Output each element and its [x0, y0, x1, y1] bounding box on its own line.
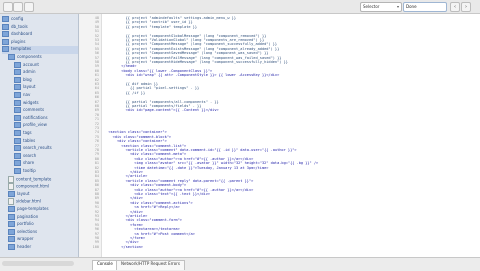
- folder-icon: [8, 213, 15, 220]
- folder-icon: [14, 76, 21, 83]
- sidebar-scrollbar[interactable]: [0, 258, 78, 271]
- folder-icon: [14, 152, 21, 159]
- folder-icon: [14, 145, 21, 152]
- code-line[interactable]: {{ /if }}: [104, 91, 145, 96]
- folder-icon: [8, 54, 15, 60]
- project-tree: config db_tools dashboard plugins templates c…: [0, 14, 79, 257]
- line-number: 100: [92, 244, 99, 249]
- folder-icon: [2, 38, 9, 45]
- folder-icon: [8, 228, 15, 235]
- tree-item-label: nav: [23, 92, 31, 97]
- tab-console[interactable]: Console: [92, 260, 118, 270]
- folder-icon: [8, 236, 15, 243]
- code-editor[interactable]: 48 49 50 51 52 53 54 55 56 57 58 59 60 61 62 63 64 65 66 67…: [79, 14, 480, 257]
- forward-button[interactable]: [13, 2, 23, 12]
- tree-item-label: dashboard: [11, 31, 33, 37]
- tree-item[interactable]: header: [8, 244, 78, 252]
- tree-item-label: comments: [23, 107, 45, 113]
- tree-item-label: tags: [23, 130, 32, 135]
- tree-item-label: profile_view: [23, 122, 47, 128]
- tree-item-label: portfolio: [17, 221, 34, 227]
- folder-icon: [14, 84, 21, 91]
- selector-dropdown[interactable]: Selector ▾: [360, 2, 402, 12]
- tree-item-label: header: [17, 244, 32, 249]
- file-icon: [8, 183, 14, 191]
- folder-icon: [2, 31, 9, 38]
- folder-icon: [14, 168, 21, 174]
- tree-item-label: templates: [11, 46, 32, 52]
- tree-item-label: pagination: [17, 213, 39, 219]
- folder-icon: [8, 190, 15, 197]
- folder-icon: [14, 99, 21, 106]
- tree-item-label: db_tools: [11, 23, 28, 29]
- tree-item-label: wrapper: [17, 236, 34, 242]
- tree-item-label: page-templates: [17, 206, 49, 211]
- tree-item-label: account: [23, 61, 39, 67]
- tab-console-label: Console: [97, 261, 113, 266]
- tree-item-label: component.html: [16, 183, 50, 189]
- back-button[interactable]: [3, 2, 13, 12]
- code-line[interactable]: <div id="wrap" {{ attr .ComponentStyle }…: [104, 73, 280, 78]
- tree-item-label: content_template: [16, 176, 52, 182]
- tab-network-errors-label: Network/HTTP Request Errors: [121, 261, 180, 266]
- line-number-gutter: 48 49 50 51 52 53 54 55 56 57 58 59 60 61 62 63 64 65 66 67…: [79, 14, 102, 257]
- tree-item-label: components: [17, 54, 42, 59]
- tree-item-label: sidebar.html: [16, 198, 41, 204]
- editor-app: Selector ▾ Done ‹ › config db_toolsdashbo…: [0, 0, 480, 271]
- tree-item-label: blog: [23, 76, 32, 82]
- folder-icon: [2, 46, 9, 53]
- file-icon: [8, 175, 14, 183]
- file-icon: [8, 198, 14, 206]
- folder-icon: [14, 69, 21, 76]
- tree-item-label: layout: [17, 190, 30, 196]
- chevron-down-icon: ▾: [396, 4, 399, 9]
- tree-item-label: plugins: [11, 38, 26, 44]
- refresh-button[interactable]: [24, 2, 34, 12]
- next-arrow-icon[interactable]: ›: [461, 2, 471, 12]
- tree-item-label: share: [23, 160, 35, 166]
- tree-item-label: tables: [23, 137, 36, 143]
- scrollbar-thumb[interactable]: [2, 261, 74, 266]
- selector-dropdown-value: Selector: [363, 4, 380, 9]
- tree-item-label: notifications: [23, 114, 48, 120]
- folder-icon: [8, 244, 15, 250]
- tree-item-label: search_results: [23, 145, 52, 151]
- tree-item-label: config: [11, 16, 24, 21]
- tree-item-label: widgets: [23, 99, 39, 105]
- folder-icon: [2, 16, 9, 22]
- folder-icon: [14, 122, 21, 129]
- code-line[interactable]: </section>: [104, 245, 143, 250]
- search-input-value: Done: [406, 4, 417, 9]
- folder-icon: [14, 61, 21, 68]
- folder-icon: [2, 23, 9, 30]
- tab-network-errors[interactable]: Network/HTTP Request Errors: [116, 260, 185, 270]
- prev-arrow-icon[interactable]: ‹: [450, 2, 460, 12]
- folder-icon: [8, 206, 15, 212]
- folder-icon: [14, 137, 21, 144]
- top-toolbar: Selector ▾ Done ‹ ›: [0, 0, 480, 14]
- folder-icon: [14, 92, 21, 98]
- folder-icon: [8, 221, 15, 228]
- tree-item-label: selections: [17, 228, 38, 234]
- code-line[interactable]: {{ project "template" template }}: [104, 25, 197, 30]
- folder-icon: [14, 114, 21, 121]
- tree-item-label: admin: [23, 69, 36, 75]
- tree-item-label: search: [23, 152, 37, 158]
- tree-item-label: layout: [23, 84, 36, 90]
- tree-item-label: tooltip: [23, 168, 36, 173]
- folder-icon: [14, 160, 21, 167]
- search-input[interactable]: Done: [403, 2, 447, 12]
- folder-icon: [14, 130, 21, 136]
- code-line[interactable]: <div id="page-content">{{ .Content }}</d…: [104, 108, 219, 113]
- folder-icon: [14, 107, 21, 114]
- bottom-panel-tabs: Console Network/HTTP Request Errors: [0, 257, 480, 271]
